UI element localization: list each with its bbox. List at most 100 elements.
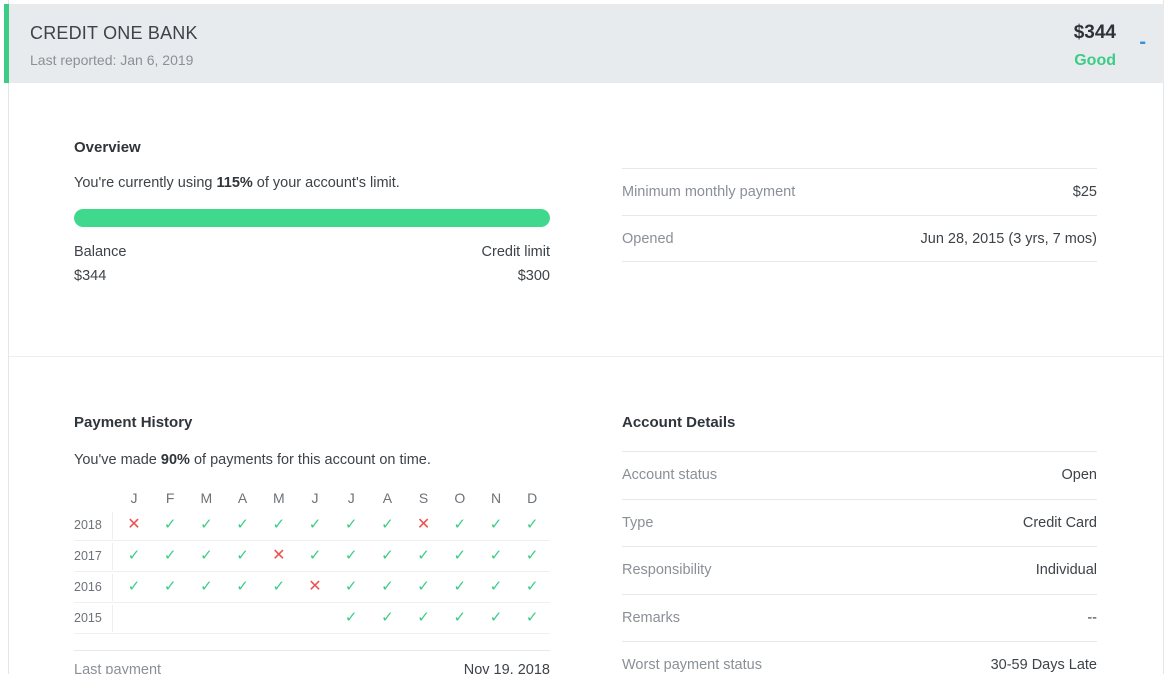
history-year-row: 2017 ✓ ✓ ✓ ✓ ✕ ✓ ✓ ✓ ✓ ✓ ✓ ✓ xyxy=(74,541,550,572)
month-label: A xyxy=(382,490,393,506)
on-time-check-icon: ✓ xyxy=(417,578,430,595)
on-time-check-icon: ✓ xyxy=(127,578,141,595)
overview-row-opened: Opened Jun 28, 2015 (3 yrs, 7 mos) xyxy=(622,215,1097,262)
late-payment-x-icon: ✕ xyxy=(308,578,322,595)
ontime-suffix: of payments for this account on time. xyxy=(189,452,431,468)
account-detail-row: Responsibility Individual xyxy=(622,546,1097,593)
row-label: Worst payment status xyxy=(622,657,762,673)
on-time-check-icon: ✓ xyxy=(453,609,467,626)
on-time-check-icon: ✓ xyxy=(163,547,177,564)
utilization-progress-fill xyxy=(74,209,550,227)
row-value: Credit Card xyxy=(1022,514,1097,531)
on-time-check-icon: ✓ xyxy=(453,578,467,595)
year-separator xyxy=(112,574,113,601)
on-time-check-icon: ✓ xyxy=(200,578,213,595)
last-payment-label: Last payment xyxy=(74,662,162,674)
month-label: M xyxy=(272,490,285,506)
row-value: Individual xyxy=(1035,562,1097,578)
on-time-check-icon: ✓ xyxy=(344,516,358,533)
on-time-check-icon: ✓ xyxy=(525,547,539,564)
on-time-check-icon: ✓ xyxy=(489,516,503,533)
month-label: M xyxy=(200,490,213,506)
payment-history-title: Payment History xyxy=(74,414,193,431)
on-time-check-icon: ✓ xyxy=(272,578,286,595)
on-time-check-icon: ✓ xyxy=(236,547,249,564)
account-status-badge: Good xyxy=(1074,52,1116,69)
month-label: D xyxy=(527,490,538,506)
history-year-row: 2018 ✕ ✓ ✓ ✓ ✓ ✓ ✓ ✓ ✕ ✓ ✓ ✓ xyxy=(74,510,550,541)
row-label: Account status xyxy=(622,467,718,483)
on-time-check-icon: ✓ xyxy=(344,609,358,626)
header-balance: $344 xyxy=(1073,22,1116,43)
year-label: 2015 xyxy=(74,611,102,625)
on-time-check-icon: ✓ xyxy=(308,516,322,533)
row-label: Type xyxy=(622,514,654,531)
row-value: 30-59 Days Late xyxy=(990,657,1097,673)
utilization-progress-bar xyxy=(74,209,550,227)
utilization-suffix: of your account's limit. xyxy=(252,175,400,191)
month-label: O xyxy=(454,490,466,506)
year-separator xyxy=(112,543,113,570)
account-detail-row: Account status Open xyxy=(622,451,1097,498)
on-time-check-icon: ✓ xyxy=(200,547,213,564)
on-time-check-icon: ✓ xyxy=(417,609,430,626)
section-divider xyxy=(9,356,1163,357)
on-time-check-icon: ✓ xyxy=(381,609,394,626)
account-detail-row: Worst payment status 30-59 Days Late xyxy=(622,641,1097,674)
on-time-check-icon: ✓ xyxy=(489,547,503,564)
on-time-check-icon: ✓ xyxy=(489,578,503,595)
history-year-row: 2015 ✓ ✓ ✓ ✓ ✓ ✓ xyxy=(74,603,550,634)
on-time-check-icon: ✓ xyxy=(525,609,539,626)
collapse-toggle-icon[interactable]: - xyxy=(1139,32,1146,52)
on-time-check-icon: ✓ xyxy=(344,578,358,595)
on-time-check-icon: ✓ xyxy=(200,516,213,533)
balance-label: Balance xyxy=(74,244,127,260)
last-payment-row-border xyxy=(74,650,550,651)
year-separator xyxy=(112,512,113,539)
on-time-check-icon: ✓ xyxy=(453,547,467,564)
overview-row-minimum-payment: Minimum monthly payment $25 xyxy=(622,168,1097,215)
last-payment-value: Nov 19, 2018 xyxy=(463,662,550,674)
on-time-check-icon: ✓ xyxy=(163,516,177,533)
credit-account-card: CREDIT ONE BANK Last reported: Jan 6, 20… xyxy=(0,0,1171,674)
month-label: N xyxy=(490,490,502,506)
row-value: Jun 28, 2015 (3 yrs, 7 mos) xyxy=(920,231,1098,247)
row-value: $25 xyxy=(1072,184,1097,200)
utilization-text: You're currently using 115% of your acco… xyxy=(74,175,400,191)
late-payment-x-icon: ✕ xyxy=(272,547,286,564)
row-value: -- xyxy=(1087,609,1097,626)
ontime-prefix: You've made xyxy=(74,452,161,468)
on-time-check-icon: ✓ xyxy=(453,516,467,533)
last-reported-date: Last reported: Jan 6, 2019 xyxy=(30,52,194,68)
month-label: A xyxy=(237,490,248,506)
row-value: Open xyxy=(1061,467,1097,483)
account-header[interactable]: CREDIT ONE BANK Last reported: Jan 6, 20… xyxy=(4,4,1164,83)
ontime-value: 90% xyxy=(160,452,190,468)
late-payment-x-icon: ✕ xyxy=(127,516,141,533)
row-label: Remarks xyxy=(622,609,681,626)
utilization-prefix: You're currently using xyxy=(74,175,217,191)
overview-title: Overview xyxy=(74,139,141,156)
on-time-check-icon: ✓ xyxy=(525,516,539,533)
on-time-check-icon: ✓ xyxy=(127,547,141,564)
month-label: J xyxy=(130,490,138,506)
on-time-check-icon: ✓ xyxy=(525,578,539,595)
year-label: 2016 xyxy=(74,580,102,594)
credit-limit-label: Credit limit xyxy=(481,244,550,260)
year-separator xyxy=(112,605,113,632)
on-time-check-icon: ✓ xyxy=(236,578,249,595)
on-time-check-icon: ✓ xyxy=(381,516,394,533)
balance-value: $344 xyxy=(74,268,107,284)
on-time-check-icon: ✓ xyxy=(344,547,358,564)
month-label: F xyxy=(165,490,175,506)
on-time-check-icon: ✓ xyxy=(381,547,394,564)
year-label: 2018 xyxy=(74,518,102,532)
on-time-check-icon: ✓ xyxy=(163,578,177,595)
month-label: S xyxy=(418,490,429,506)
bank-name: CREDIT ONE BANK xyxy=(30,23,198,43)
utilization-value: 115% xyxy=(216,175,253,191)
month-label: J xyxy=(347,490,355,506)
year-label: 2017 xyxy=(74,549,102,563)
ontime-text: You've made 90% of payments for this acc… xyxy=(74,452,431,468)
row-label: Responsibility xyxy=(622,562,712,578)
